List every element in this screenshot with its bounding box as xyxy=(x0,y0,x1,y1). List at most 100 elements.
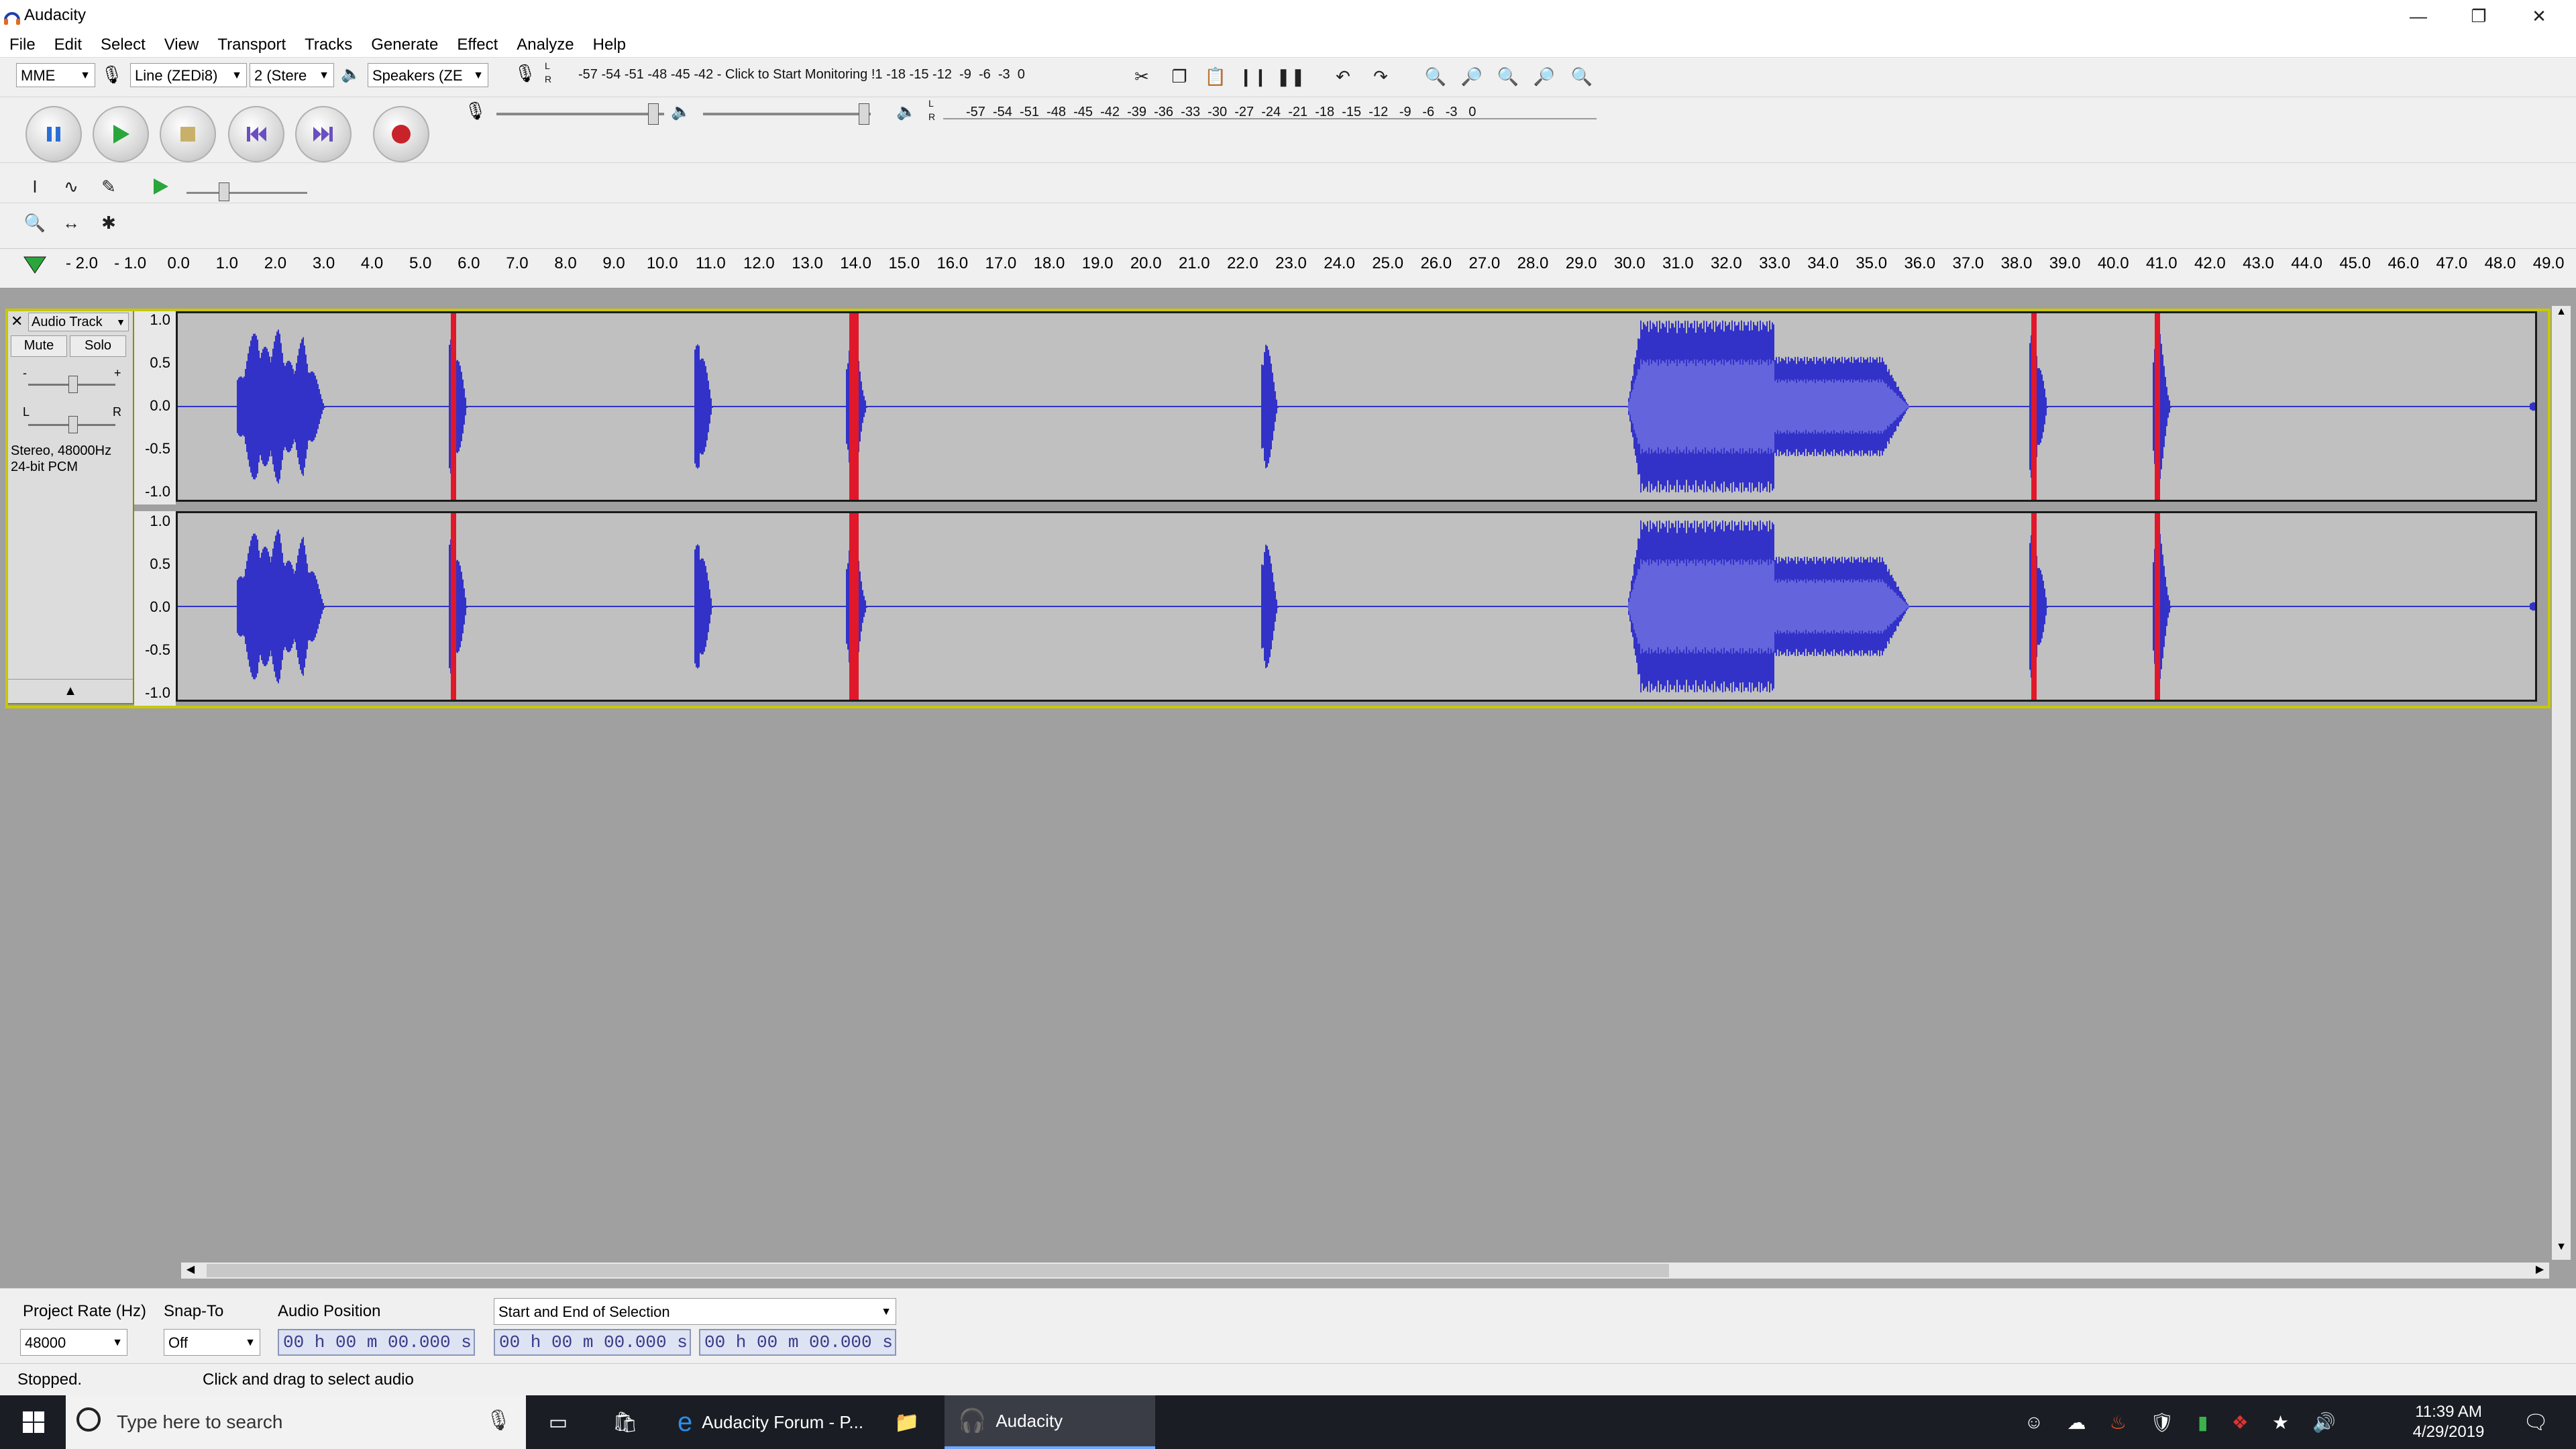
defender-icon[interactable]: 🛡 xyxy=(2150,1411,2174,1434)
time-shift-tool-icon[interactable]: ↔ xyxy=(56,208,86,237)
start-monitoring-prompt[interactable]: Click to Start Monitoring xyxy=(725,67,867,82)
battery-tray-icon[interactable]: ▮ xyxy=(2198,1411,2208,1434)
multi-tool-icon[interactable]: ✱ xyxy=(94,208,123,237)
vertical-scale-left[interactable]: 1.0 0.5 0.0 -0.5 -1.0 xyxy=(134,310,176,504)
record-volume-slider[interactable] xyxy=(496,113,664,115)
trim-audio-icon[interactable]: ❙❙ xyxy=(1238,62,1268,91)
play-at-speed-button[interactable] xyxy=(146,172,176,201)
notifications-icon[interactable]: 🗨 xyxy=(2509,1395,2563,1449)
envelope-tool-icon[interactable]: ∿ xyxy=(56,172,86,201)
playback-volume-slider[interactable] xyxy=(703,113,871,115)
menu-edit[interactable]: Edit xyxy=(45,36,91,54)
menu-tracks[interactable]: Tracks xyxy=(295,36,362,54)
waveform-rms xyxy=(1841,379,1843,434)
play-speed-thumb[interactable] xyxy=(219,182,229,201)
waveform-rms xyxy=(1688,563,1690,650)
stop-button[interactable] xyxy=(160,106,216,162)
selection-tool-icon[interactable]: I xyxy=(20,172,50,201)
microphone-search-icon[interactable]: 🎙 xyxy=(486,1409,511,1432)
windows-start-icon[interactable] xyxy=(13,1395,54,1449)
skip-end-button[interactable] xyxy=(295,106,352,162)
file-explorer-icon[interactable]: 📁 xyxy=(885,1395,928,1449)
task-view-icon[interactable]: ▭ xyxy=(537,1395,580,1449)
zoom-out-icon[interactable]: 🔎 xyxy=(1457,62,1487,91)
waveform-channel-right[interactable] xyxy=(176,511,2537,702)
menu-file[interactable]: File xyxy=(0,36,45,54)
close-track-icon[interactable]: ✕ xyxy=(11,314,25,329)
menu-effect[interactable]: Effect xyxy=(447,36,507,54)
snap-to-select[interactable]: Off ▼ xyxy=(164,1329,260,1356)
taskbar-clock[interactable]: 11:39 AM 4/29/2019 xyxy=(2408,1402,2489,1442)
vertical-scrollbar[interactable]: ▲ ▼ xyxy=(2552,306,2571,1260)
skip-start-button[interactable] xyxy=(228,106,284,162)
pan-thumb[interactable] xyxy=(68,416,78,433)
audio-position-field[interactable]: 00 h 00 m 00.000 s xyxy=(278,1329,475,1356)
timeline-options-icon[interactable] xyxy=(23,254,47,276)
menu-select[interactable]: Select xyxy=(91,36,155,54)
draw-tool-icon[interactable]: ✎ xyxy=(94,172,123,201)
fire-tray-icon[interactable]: ♨ xyxy=(2110,1411,2127,1434)
menu-view[interactable]: View xyxy=(155,36,209,54)
playback-device-select[interactable]: Speakers (ZE ▼ xyxy=(368,63,488,87)
timeline-ruler[interactable]: - 2.0 - 1.0 0.0 1.0 2.0 3.0 4.0 5.0 6.0 7.0 8.0 9.0… xyxy=(0,248,2576,288)
volume-icon[interactable]: 🔊 xyxy=(2312,1411,2336,1434)
play-button[interactable] xyxy=(93,106,149,162)
menu-analyze[interactable]: Analyze xyxy=(507,36,583,54)
taskbar-search-box[interactable]: Type here to search 🎙 xyxy=(66,1395,526,1449)
host-select[interactable]: MME ▼ xyxy=(16,63,95,87)
project-rate-select[interactable]: 48000 ▼ xyxy=(20,1329,127,1356)
channels-select[interactable]: 2 (Stere ▼ xyxy=(250,63,334,87)
play-meter-icon[interactable]: 🔈 xyxy=(896,102,916,121)
record-button[interactable] xyxy=(373,106,429,162)
restore-icon[interactable]: ❐ xyxy=(2449,0,2509,33)
waveform-channel-left[interactable] xyxy=(176,311,2537,502)
app-tray-icon[interactable]: ❖ xyxy=(2232,1411,2249,1434)
selection-start-field[interactable]: 00 h 00 m 00.000 s xyxy=(494,1329,691,1356)
onedrive-icon[interactable]: ☁ xyxy=(2067,1411,2086,1434)
redo-icon[interactable]: ↷ xyxy=(1366,62,1395,91)
scroll-down-icon[interactable]: ▼ xyxy=(2552,1241,2571,1260)
menu-transport[interactable]: Transport xyxy=(208,36,295,54)
fit-selection-icon[interactable]: 🔍 xyxy=(1493,62,1523,91)
play-speed-slider[interactable] xyxy=(186,192,307,194)
zoom-tool-icon[interactable]: 🔍 xyxy=(20,208,50,237)
zoom-toggle-icon[interactable]: 🔍 xyxy=(1567,62,1597,91)
cut-icon[interactable]: ✂ xyxy=(1127,62,1157,91)
store-icon[interactable]: 🛍 xyxy=(604,1395,647,1449)
solo-button[interactable]: Solo xyxy=(70,335,126,357)
paste-icon[interactable]: 📋 xyxy=(1201,62,1230,91)
minimize-icon[interactable]: — xyxy=(2388,0,2449,33)
waveform-sample xyxy=(1264,352,1265,462)
track-name-menu[interactable]: Audio Track ▼ xyxy=(28,313,129,331)
scroll-up-icon[interactable]: ▲ xyxy=(2552,306,2571,325)
vertical-scale-right[interactable]: 1.0 0.5 0.0 -0.5 -1.0 xyxy=(134,511,176,706)
gain-thumb[interactable] xyxy=(68,376,78,393)
close-icon[interactable]: ✕ xyxy=(2509,0,2569,33)
recording-device-select[interactable]: Line (ZEDi8) ▼ xyxy=(130,63,247,87)
scroll-right-icon[interactable]: ▶ xyxy=(2530,1263,2549,1279)
zoom-in-icon[interactable]: 🔍 xyxy=(1421,62,1450,91)
menu-help[interactable]: Help xyxy=(584,36,635,54)
copy-icon[interactable]: ❐ xyxy=(1165,62,1194,91)
selection-mode-select[interactable]: Start and End of Selection ▼ xyxy=(494,1298,896,1325)
mute-button[interactable]: Mute xyxy=(11,335,67,357)
network-icon[interactable]: ★ xyxy=(2272,1411,2289,1434)
scroll-left-icon[interactable]: ◀ xyxy=(181,1263,200,1279)
taskbar-app-edge[interactable]: e Audacity Forum - P... xyxy=(671,1395,879,1449)
people-icon[interactable]: ☺ xyxy=(2025,1411,2044,1433)
taskbar-app-audacity[interactable]: 🎧 Audacity xyxy=(945,1395,1155,1449)
clipping-marker xyxy=(2155,313,2160,500)
horizontal-scroll-thumb[interactable] xyxy=(207,1264,1669,1277)
record-volume-thumb[interactable] xyxy=(648,103,659,125)
selection-end-field[interactable]: 00 h 00 m 00.000 s xyxy=(699,1329,896,1356)
horizontal-scrollbar[interactable]: ◀ ▶ xyxy=(181,1263,2549,1279)
pause-button[interactable] xyxy=(25,106,82,162)
fit-project-icon[interactable]: 🔎 xyxy=(1529,62,1559,91)
undo-icon[interactable]: ↶ xyxy=(1328,62,1358,91)
menu-generate[interactable]: Generate xyxy=(362,36,447,54)
record-meter[interactable]: -57 -54 -51 -48 -45 -42 - Click to Start… xyxy=(578,67,1025,83)
silence-audio-icon[interactable]: ❚❚ xyxy=(1276,62,1305,91)
collapse-track-icon[interactable]: ▲ xyxy=(8,679,133,702)
playback-volume-thumb[interactable] xyxy=(859,103,869,125)
record-meter-icon[interactable]: 🎙 xyxy=(514,63,536,84)
